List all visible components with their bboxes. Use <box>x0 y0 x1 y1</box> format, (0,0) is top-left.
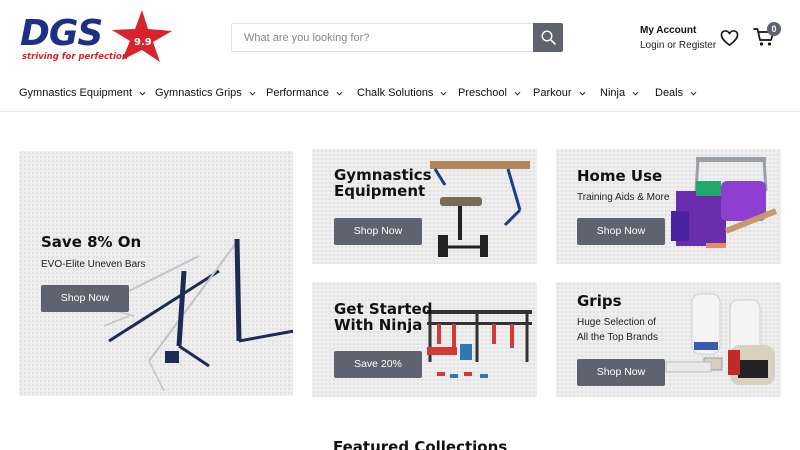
search-input[interactable] <box>232 24 535 51</box>
chevron-down-icon <box>579 91 586 96</box>
chevron-down-icon <box>514 91 521 96</box>
nav-parkour[interactable]: Parkour <box>533 81 586 105</box>
chevron-down-icon <box>336 91 343 96</box>
tile-subtitle-line2: All the Top Brands <box>577 332 658 343</box>
account-menu[interactable]: My Account Login or Register <box>640 24 716 53</box>
nav-label: Gymnastics Grips <box>155 87 242 99</box>
uneven-bars-image <box>98 238 293 392</box>
balance-beam-image <box>430 161 530 257</box>
nav-preschool[interactable]: Preschool <box>458 81 521 105</box>
chevron-down-icon <box>690 91 697 96</box>
site-header: DGS 9.9 striving for perfection My Accou… <box>0 0 800 112</box>
tile-title-line1: Get Started <box>334 300 433 318</box>
chevron-down-icon <box>139 91 146 96</box>
tile-title-line1: Gymnastics <box>334 166 432 184</box>
search-icon <box>540 30 556 45</box>
shop-now-button[interactable]: Shop Now <box>41 285 129 312</box>
account-title: My Account <box>640 25 697 36</box>
promo-tile-ninja[interactable]: Get Started With Ninja Save 20% <box>312 282 537 397</box>
nav-ninja[interactable]: Ninja <box>600 81 639 105</box>
nav-gymnastics-grips[interactable]: Gymnastics Grips <box>155 81 256 105</box>
chevron-down-icon <box>632 91 639 96</box>
nav-label: Chalk Solutions <box>357 87 434 99</box>
nav-gymnastics-equipment[interactable]: Gymnastics Equipment <box>19 81 146 105</box>
ninja-rig-image <box>427 310 532 378</box>
heart-icon[interactable] <box>720 29 739 47</box>
nav-performance[interactable]: Performance <box>266 81 343 105</box>
tile-title: Grips <box>577 292 622 310</box>
tile-title-line2: Equipment <box>334 182 426 200</box>
nav-label: Performance <box>266 87 329 99</box>
gymnastics-grips-image <box>665 293 775 385</box>
cart-count-badge: 0 <box>767 22 781 36</box>
logo-wordmark: DGS <box>20 13 103 54</box>
tile-title: Save 8% On <box>41 233 142 251</box>
shop-now-button[interactable]: Shop Now <box>577 359 665 386</box>
logo-tagline: striving for perfection <box>22 52 128 62</box>
tile-subtitle-line1: Huge Selection of <box>577 317 656 328</box>
shop-now-button[interactable]: Shop Now <box>577 218 665 245</box>
promo-tile-gymnastics-equipment[interactable]: Gymnastics Equipment Shop Now <box>312 149 537 264</box>
nav-deals[interactable]: Deals <box>655 81 697 105</box>
promo-tile-uneven-bars[interactable]: Save 8% On EVO-Elite Uneven Bars Shop No… <box>19 151 293 396</box>
nav-label: Ninja <box>600 87 626 99</box>
tile-subtitle: EVO-Elite Uneven Bars <box>41 259 146 270</box>
home-training-aids-image <box>671 157 778 248</box>
tile-title-line2: With Ninja <box>334 316 423 334</box>
nav-label: Deals <box>655 87 684 99</box>
chevron-down-icon <box>249 91 256 96</box>
login-register-link[interactable]: Login or Register <box>640 39 716 53</box>
nav-label: Gymnastics Equipment <box>19 87 133 99</box>
main-nav: Gymnastics Equipment Gymnastics Grips Pe… <box>0 81 800 105</box>
featured-collections-heading: Featured Collections <box>333 438 508 450</box>
dgs-logo[interactable]: DGS 9.9 striving for perfection <box>18 10 172 66</box>
chevron-down-icon <box>440 91 447 96</box>
search-button[interactable] <box>533 23 563 52</box>
shop-now-button[interactable]: Shop Now <box>334 218 422 245</box>
save-20-button[interactable]: Save 20% <box>334 351 422 378</box>
nav-chalk-solutions[interactable]: Chalk Solutions <box>357 81 447 105</box>
promo-tile-home-use[interactable]: Home Use Training Aids & More Shop Now <box>556 149 781 264</box>
nav-label: Preschool <box>458 87 507 99</box>
logo-score: 9.9 <box>134 37 152 48</box>
promo-tile-grips[interactable]: Grips Huge Selection of All the Top Bran… <box>556 282 781 397</box>
tile-title: Home Use <box>577 167 663 185</box>
search-bar <box>231 23 563 52</box>
nav-label: Parkour <box>533 87 572 99</box>
tile-subtitle: Training Aids & More <box>577 192 670 203</box>
